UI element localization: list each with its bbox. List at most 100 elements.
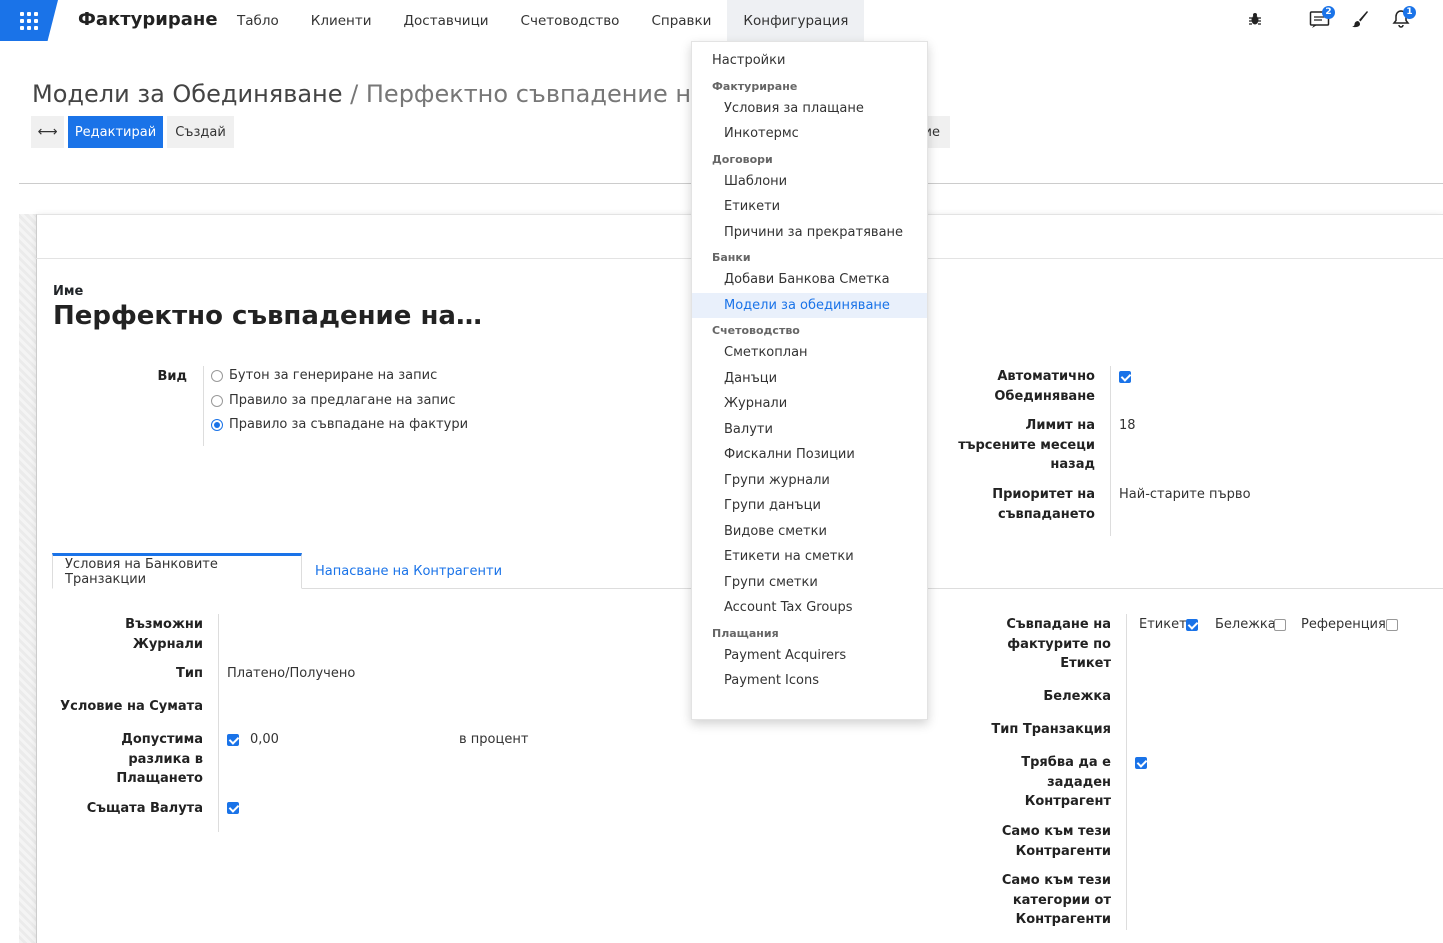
apps-grid-icon	[20, 11, 38, 30]
brush-icon[interactable]	[1349, 8, 1371, 30]
dropdown-menu-item[interactable]: Етикети	[692, 194, 927, 219]
menu-item-configuration[interactable]: Конфигурация	[727, 0, 865, 41]
name-value: Перфектно съвпадение на…	[53, 301, 482, 331]
type-option-invoice-matching[interactable]: Правило за съвпадане на фактури	[211, 417, 468, 432]
tolerance-label: Допустима разлика в Плащането	[116, 732, 203, 786]
auto-reconcile-checkbox[interactable]	[1119, 371, 1131, 383]
dropdown-menu-item[interactable]: Етикети на сметки	[692, 544, 927, 569]
transaction-type-label: Тип Транзакция	[991, 722, 1111, 737]
top-navbar: Фактуриране Табло Клиенти Доставчици Сче…	[0, 0, 1443, 41]
same-currency-checkbox[interactable]	[227, 802, 239, 814]
dropdown-menu-item[interactable]: Настройки	[692, 48, 927, 73]
bank-type-label: Тип	[176, 666, 203, 681]
dropdown-section-header: Фактуриране	[712, 79, 798, 93]
match-label-option: Етикет	[1139, 617, 1187, 632]
match-ref-option: Референция	[1301, 617, 1386, 632]
radio-invoice-matching[interactable]	[211, 418, 223, 431]
dropdown-menu-item[interactable]: Шаблони	[692, 169, 927, 194]
radio-suggestion[interactable]	[211, 394, 223, 407]
bug-icon[interactable]	[1244, 8, 1266, 30]
dropdown-section-header: Банки	[712, 251, 751, 264]
dropdown-section-header: Договори	[712, 152, 773, 166]
breadcrumb-current: Перфектно съвпадение на Фактури	[365, 80, 692, 108]
type-option-label: Бутон за генериране на запис	[229, 368, 438, 383]
expand-toggle-button[interactable]: ⟷	[31, 116, 64, 148]
breadcrumb: Модели за Обединяване / Перфектно съвпад…	[32, 80, 692, 108]
only-partners-label: Само към тези Контрагенти	[1001, 824, 1111, 859]
right-group-divider	[1110, 366, 1111, 536]
note-label: Бележка	[1043, 689, 1111, 704]
dropdown-menu-item[interactable]: Инкотермс	[692, 121, 927, 146]
main-menu: Табло Клиенти Доставчици Счетоводство Сп…	[221, 0, 865, 41]
create-button[interactable]: Създай	[167, 116, 234, 148]
partner-required-checkbox[interactable]	[1135, 757, 1147, 769]
menu-item-customers[interactable]: Клиенти	[295, 0, 388, 41]
chat-badge: 2	[1322, 6, 1335, 19]
only-categories-label: Само към тези категории от Контрагенти	[1001, 873, 1111, 927]
breadcrumb-parent[interactable]: Модели за Обединяване	[32, 80, 343, 108]
dropdown-section-header: Счетоводство	[712, 324, 800, 337]
partner-required-label: Трябва да е зададен Контрагент	[1021, 755, 1111, 809]
dropdown-menu-item[interactable]: Модели за обединяване	[692, 292, 927, 318]
match-ref-checkbox[interactable]	[1386, 619, 1398, 631]
type-option-label: Правило за съвпадане на фактури	[229, 417, 469, 432]
bell-icon[interactable]: 1	[1390, 6, 1416, 30]
priority-value[interactable]: Най-старите първо	[1119, 485, 1251, 505]
sheet-background	[19, 214, 36, 943]
menu-item-vendors[interactable]: Доставчици	[388, 0, 505, 41]
radio-button-entry[interactable]	[211, 369, 223, 382]
name-label: Име	[53, 284, 84, 299]
left-group-divider	[218, 614, 219, 832]
dropdown-menu-item[interactable]: Account Tax Groups	[692, 595, 927, 620]
tolerance-unit[interactable]: в процент	[459, 730, 528, 750]
dropdown-menu-item[interactable]: Видове сметки	[692, 519, 927, 544]
same-currency-label: Същата Валута	[86, 801, 203, 816]
month-limit-value[interactable]: 18	[1119, 416, 1136, 436]
dropdown-menu-item[interactable]: Валути	[692, 417, 927, 442]
match-note-option: Бележка	[1215, 617, 1276, 632]
dropdown-menu-item[interactable]: Payment Icons	[692, 668, 927, 693]
dropdown-menu-item[interactable]: Сметкоплан	[692, 340, 927, 365]
amount-condition-label: Условие на Сумата	[60, 699, 203, 714]
dropdown-menu-item[interactable]: Групи сметки	[692, 570, 927, 595]
match-by-label: Съвпадане на фактурите по Етикет	[1006, 617, 1111, 671]
menu-item-accounting[interactable]: Счетоводство	[505, 0, 636, 41]
type-option-button[interactable]: Бутон за генериране на запис	[211, 368, 437, 383]
dropdown-menu-item[interactable]: Групи журнали	[692, 468, 927, 493]
journals-label: Възможни Журнали	[125, 617, 203, 652]
type-option-suggestion[interactable]: Правило за предлагане на запис	[211, 393, 456, 408]
type-divider	[203, 366, 204, 446]
right-tab-divider	[1126, 614, 1127, 930]
priority-label: Приоритет на съвпадането	[992, 487, 1095, 522]
chat-icon[interactable]: 2	[1309, 6, 1335, 30]
tolerance-checkbox[interactable]	[227, 734, 239, 746]
dropdown-menu-item[interactable]: Журнали	[692, 391, 927, 416]
month-limit-label: Лимит на търсените месеци назад	[958, 418, 1095, 472]
apps-menu-button[interactable]	[0, 0, 58, 41]
configuration-dropdown: Настройки Фактуриране Условия за плащане Ин…	[691, 41, 928, 720]
tab-bank-conditions[interactable]: Условия на Банковите Транзакции	[52, 553, 302, 589]
bank-type-value[interactable]: Платено/Получено	[227, 664, 355, 684]
dropdown-section-header: Плащания	[712, 626, 779, 640]
dropdown-menu-item[interactable]: Добави Банкова Сметка	[692, 267, 927, 292]
type-label: Вид	[157, 369, 187, 384]
match-label-checkbox[interactable]	[1186, 619, 1198, 631]
breadcrumb-separator: /	[350, 80, 359, 108]
dropdown-menu-item[interactable]: Причини за прекратяване	[692, 220, 927, 245]
edit-button[interactable]: Редактирай	[68, 116, 163, 148]
tolerance-value[interactable]: 0,00	[250, 730, 279, 750]
menu-item-reporting[interactable]: Справки	[635, 0, 727, 41]
auto-reconcile-label: Автоматично Обединяване	[994, 369, 1095, 404]
dropdown-menu-item[interactable]: Payment Acquirers	[692, 643, 927, 668]
tab-partner-mapping[interactable]: Напасване на Контрагенти	[303, 553, 514, 589]
dropdown-menu-item[interactable]: Данъци	[692, 366, 927, 391]
dropdown-menu-item[interactable]: Условия за плащане	[692, 96, 927, 121]
activity-badge: 1	[1403, 6, 1416, 19]
dropdown-menu-item[interactable]: Групи данъци	[692, 493, 927, 518]
dropdown-menu-item[interactable]: Фискални Позиции	[692, 442, 927, 467]
expand-icon: ⟷	[37, 124, 58, 140]
match-note-checkbox[interactable]	[1274, 619, 1286, 631]
type-option-label: Правило за предлагане на запис	[229, 393, 456, 408]
menu-item-dashboard[interactable]: Табло	[221, 0, 295, 41]
app-brand[interactable]: Фактуриране	[78, 9, 218, 30]
